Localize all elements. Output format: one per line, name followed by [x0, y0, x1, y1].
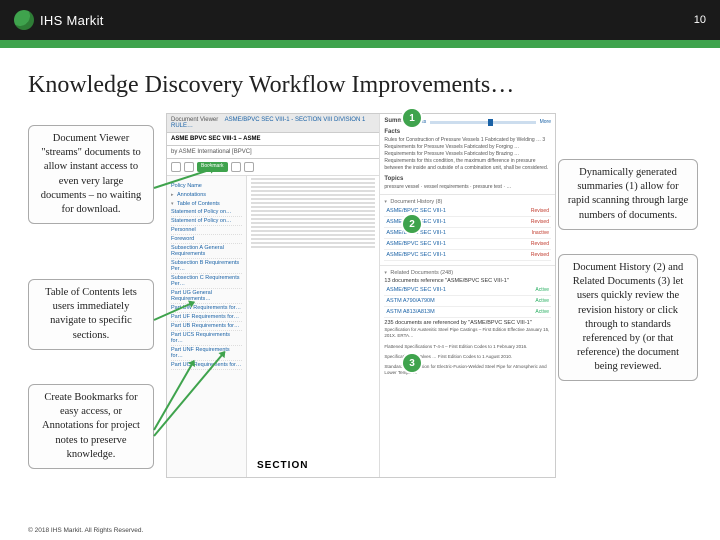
callout-left-3: Create Bookmarks for easy access, or Ann… — [28, 384, 154, 469]
toc-item[interactable]: Part UG General Requirements… — [171, 289, 242, 304]
callout-left-1: Document Viewer "streams" documents to a… — [28, 125, 154, 224]
toc-item[interactable]: Personnel — [171, 226, 242, 235]
toc-item[interactable]: Subsection C Requirements Per… — [171, 274, 242, 289]
toc-item[interactable]: Statement of Policy on… — [171, 217, 242, 226]
callout-right-2: Document History (2) and Related Documen… — [558, 254, 698, 381]
toc-item[interactable]: Subsection B Requirements Per… — [171, 259, 242, 274]
toc-heading-toc: ▾Table of Contents — [171, 201, 242, 207]
related-note: Specification for Austenitic Steel Pipe … — [384, 327, 551, 340]
callout-left-2: Table of Contents lets users immediately… — [28, 279, 154, 350]
brand-logo: IHS Markit — [14, 10, 104, 30]
badge-1: 1 — [403, 109, 421, 127]
doc-publisher: by ASME International [BPVC] — [167, 146, 379, 159]
related-subheader-2: 235 documents are referenced by "ASME/BP… — [384, 320, 551, 326]
copyright-footer: © 2018 IHS Markit. All Rights Reserved. — [28, 527, 143, 534]
toc-heading-annotations: ▸Annotations — [171, 192, 242, 198]
related-header[interactable]: Related Documents (248) — [390, 270, 453, 276]
toolbar-print-icon[interactable] — [231, 162, 241, 172]
toc-heading-policy[interactable]: Policy Name — [171, 183, 242, 189]
history-row: ASME/BPVC SEC VIII-1Revised — [384, 250, 551, 261]
accent-strip — [0, 40, 720, 48]
toolbar-zoom-icon[interactable] — [171, 162, 181, 172]
toc-item[interactable]: Part UCI Requirements for… — [171, 361, 242, 370]
brand-logo-icon — [14, 10, 34, 30]
facts-label: Facts — [384, 129, 551, 135]
brand-name: IHS Markit — [40, 13, 104, 28]
related-note: Flattened Specifications T-4-4 – First E… — [384, 344, 551, 350]
history-row: ASME/BPVC SEC VIII-1Revised — [384, 239, 551, 250]
related-row: ASTM A813/A813MActive — [384, 307, 551, 318]
badge-2: 2 — [403, 215, 421, 233]
doc-subhead: ASME BPVC SEC VIII-1 – ASME — [167, 133, 379, 146]
toc-item[interactable]: Statement of Policy on… — [171, 208, 242, 217]
insight-panel: Summary Less More Facts Rules for Constr… — [380, 114, 555, 477]
toc-item[interactable]: Foreword — [171, 235, 242, 244]
page-number: 10 — [694, 14, 706, 26]
toc-item[interactable]: Part UF Requirements for… — [171, 313, 242, 322]
toolbar-find-icon[interactable] — [184, 162, 194, 172]
topics-text: pressure vessel · vessel requirements · … — [384, 184, 551, 190]
facts-text: Rules for Construction of Pressure Vesse… — [384, 137, 551, 172]
doc-section-label: SECTION — [257, 460, 308, 471]
slider-handle-icon[interactable] — [488, 119, 493, 126]
slide-title: Knowledge Discovery Workflow Improvement… — [0, 48, 720, 109]
brand-header: IHS Markit 10 — [0, 0, 720, 40]
slide-content: Document Viewer "streams" documents to a… — [0, 109, 720, 499]
doc-page: SECTION — [247, 176, 379, 477]
doc-viewer-panel: Document Viewer ASME/BPVC SEC VIII-1 - S… — [167, 114, 380, 477]
summary-more: More — [540, 119, 551, 125]
history-header[interactable]: Document History (8) — [390, 199, 442, 205]
related-row: ASME/BPVC SEC VIII-1Active — [384, 285, 551, 296]
topics-label: Topics — [384, 176, 551, 182]
toc-sidebar: Policy Name ▸Annotations ▾Table of Conte… — [167, 176, 247, 477]
toc-item[interactable]: Part UB Requirements for… — [171, 322, 242, 331]
callout-right-1: Dynamically generated summaries (1) allo… — [558, 159, 698, 230]
screenshot-composite: Document Viewer ASME/BPVC SEC VIII-1 - S… — [166, 113, 556, 478]
badge-3: 3 — [403, 354, 421, 372]
related-row: ASTM A790/A790MActive — [384, 296, 551, 307]
toc-item[interactable]: Part UCS Requirements for… — [171, 331, 242, 346]
toc-item[interactable]: Part UNF Requirements for… — [171, 346, 242, 361]
related-subheader-1: 13 documents reference "ASME/BPVC SEC VI… — [384, 278, 551, 284]
toolbar-share-icon[interactable] — [244, 162, 254, 172]
toc-item[interactable]: Subsection A General Requirements — [171, 244, 242, 259]
